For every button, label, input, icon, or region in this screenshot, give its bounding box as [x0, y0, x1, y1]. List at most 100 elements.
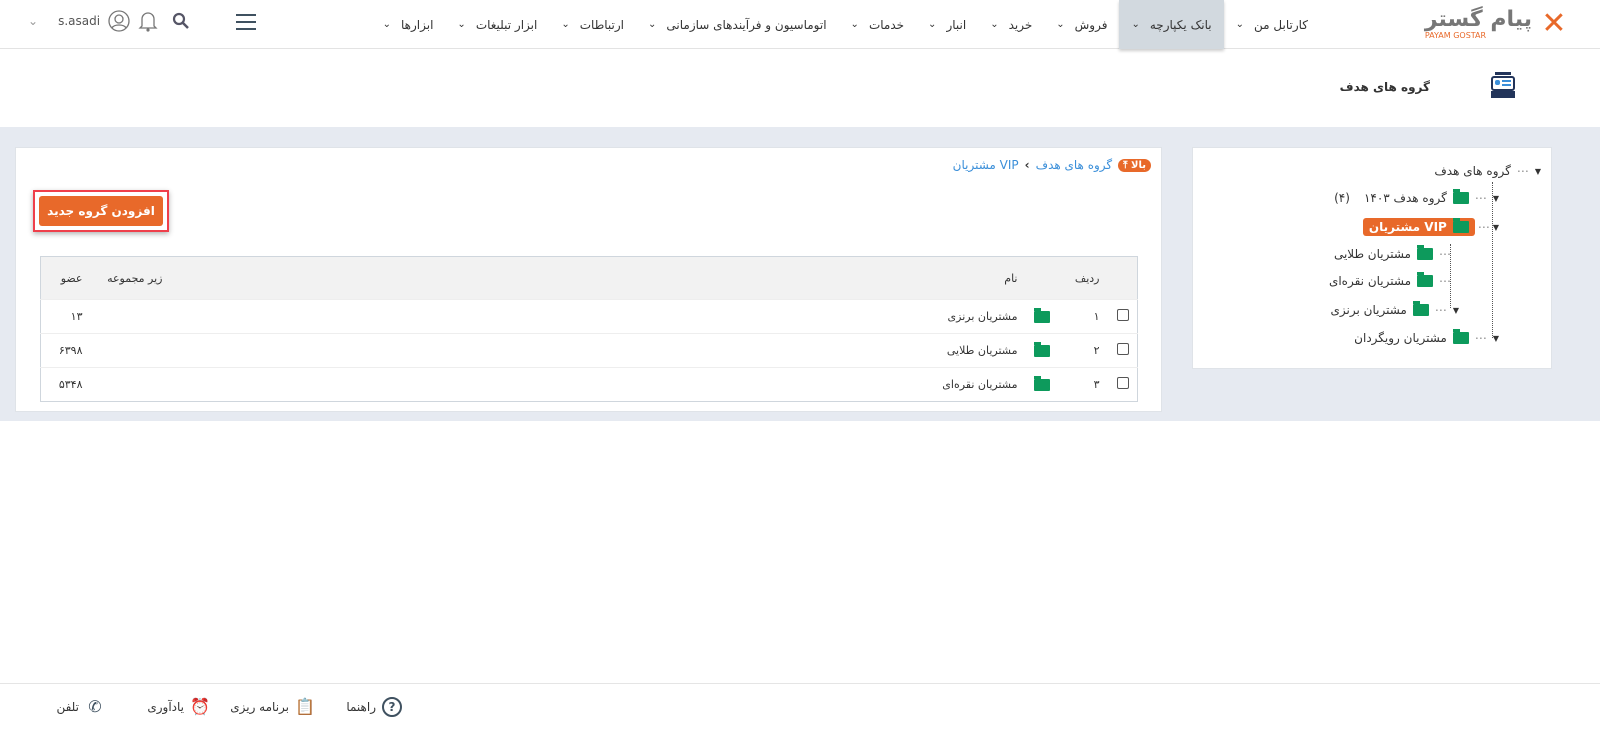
folder-icon	[1033, 308, 1050, 323]
folder-icon	[1452, 189, 1469, 204]
breadcrumb-root[interactable]: گروه های هدف	[1036, 158, 1113, 172]
chevron-down-icon: ⌄	[990, 19, 999, 30]
row-checkbox[interactable]	[1117, 343, 1129, 355]
nav-communications[interactable]: ارتباطات ⌄	[549, 0, 636, 49]
tree-node-vip-selected[interactable]: مشتریان VIP	[1362, 218, 1475, 236]
nav-automation[interactable]: اتوماسیون و فرآیندهای سازمانی ⌄	[636, 0, 839, 49]
tree-label: گروه های هدف	[1434, 164, 1511, 178]
up-button[interactable]: ⤒ بالا	[1118, 158, 1151, 172]
username[interactable]: s.asadi	[58, 14, 100, 28]
tree-node-root[interactable]: ▼ ⋯ گروه های هدف	[1434, 164, 1541, 178]
tree-node-vip[interactable]: ▼ ⋯ مشتریان VIP	[1362, 218, 1499, 236]
add-button-highlight: افزودن گروه جدید	[33, 190, 169, 232]
row-members: ۶۳۹۸	[40, 333, 91, 368]
chevron-down-icon: ⌄	[1235, 19, 1245, 30]
nav-my-cartable[interactable]: کارتابل من ⌄	[1224, 0, 1320, 49]
table-row[interactable]: ۲ مشتریان طلایی ۶۳۹۸	[40, 333, 1138, 368]
group-list-panel: ⤒ بالا گروه های هدف ‹ مشتریان VIP افزودن…	[15, 147, 1162, 412]
nav-purchase[interactable]: خرید ⌄	[978, 0, 1044, 49]
chevron-down-icon: ⌄	[457, 19, 466, 30]
table-row[interactable]: ۳ مشتریان نقره‌ای ۵۳۴۸	[40, 367, 1138, 402]
add-group-button[interactable]: افزودن گروه جدید	[39, 196, 163, 226]
help-label: راهنما	[346, 700, 376, 714]
caret-down-icon[interactable]: ▼	[1493, 223, 1499, 232]
caret-down-icon[interactable]: ▼	[1493, 194, 1499, 203]
row-subgroup	[90, 333, 171, 368]
row-name[interactable]: مشتریان برنزی	[170, 299, 1026, 334]
select-all-header	[1107, 256, 1138, 300]
row-number: ۱	[1057, 299, 1108, 334]
chevron-down-icon: ⌄	[648, 19, 657, 30]
reminder-label: یادآوری	[147, 700, 184, 714]
clipboard-icon: 📋	[295, 697, 315, 716]
tree-node-silver[interactable]: ⋯ مشتریان نقره‌ای	[1329, 272, 1451, 288]
caret-down-icon[interactable]: ▼	[1493, 334, 1499, 343]
caret-down-icon[interactable]: ▼	[1535, 167, 1541, 176]
row-number: ۳	[1057, 367, 1108, 402]
tree-node-bronze[interactable]: ▼ ⋯ مشتریان برنزی	[1330, 301, 1459, 317]
tree-node-1403[interactable]: ▼ ⋯ گروه هدف ۱۴۰۳ (۴)	[1334, 189, 1499, 205]
tree-label: مشتریان طلایی	[1333, 247, 1411, 261]
nav-sales[interactable]: فروش ⌄	[1044, 0, 1119, 49]
nav-tools[interactable]: ابزارها ⌄	[371, 0, 446, 49]
chevron-down-icon: ⌄	[561, 19, 570, 30]
group-tree-panel: ▼ ⋯ گروه های هدف ▼ ⋯ گروه هدف ۱۴۰۳ (۴) ▼ ⋯ مشتر…	[1192, 147, 1552, 369]
folder-icon	[1033, 342, 1050, 357]
chevron-down-icon[interactable]: ⌄	[28, 14, 38, 28]
nav-services[interactable]: خدمات ⌄	[839, 0, 917, 49]
row-name[interactable]: مشتریان طلایی	[170, 333, 1026, 368]
nav-label: کارتابل من	[1254, 17, 1308, 32]
logo-text: پیام گستر	[1424, 6, 1532, 32]
caret-down-icon[interactable]: ▼	[1453, 306, 1459, 315]
row-members: ۵۳۴۸	[40, 367, 91, 402]
reminder-button[interactable]: ⏰ یادآوری	[147, 697, 210, 717]
phone-icon: ✆	[88, 697, 102, 716]
breadcrumb: ⤒ بالا گروه های هدف ‹ مشتریان VIP	[953, 158, 1151, 172]
nav-label: خدمات	[868, 17, 905, 32]
nav-label: خرید	[1008, 17, 1033, 32]
row-name[interactable]: مشتریان نقره‌ای	[170, 367, 1026, 402]
nav-label: ابزار تبلیغات	[475, 17, 538, 32]
nav-warehouse[interactable]: انبار ⌄	[916, 0, 978, 49]
bell-icon[interactable]	[138, 10, 158, 32]
nav-label: ابزارها	[401, 17, 434, 32]
phone-button[interactable]: ✆ تلفن	[46, 697, 105, 717]
user-avatar-icon[interactable]	[108, 10, 130, 32]
chevron-down-icon: ⌄	[1131, 19, 1140, 30]
nav-label: ارتباطات	[579, 17, 624, 32]
logo[interactable]: پیام گستر PAYAM GOSTAR ✕	[1425, 8, 1570, 40]
logo-icon: ✕	[1541, 6, 1567, 41]
tree-node-churn[interactable]: ▼ ⋯ مشتریان رویگردان	[1354, 329, 1499, 345]
row-checkbox[interactable]	[1117, 377, 1129, 389]
page-header: گروه های هدف	[0, 50, 1600, 127]
row-subgroup	[90, 367, 171, 402]
top-navbar: پیام گستر PAYAM GOSTAR ✕ کارتابل من ⌄ بان…	[0, 0, 1600, 49]
help-button[interactable]: ? راهنما	[346, 697, 402, 717]
nav-ad-tools[interactable]: ابزار تبلیغات ⌄	[445, 0, 549, 49]
planning-button[interactable]: 📋 برنامه ریزی	[230, 697, 315, 717]
tree-label: مشتریان برنزی	[1330, 303, 1407, 317]
tree-label: مشتریان رویگردان	[1354, 331, 1447, 345]
main-menu: کارتابل من ⌄ بانک یکپارچه ⌄ فروش ⌄ خرید ⌄ ان…	[371, 0, 1320, 49]
col-row: ردیف	[1057, 256, 1108, 300]
nav-integrated-bank[interactable]: بانک یکپارچه ⌄	[1119, 0, 1224, 49]
folder-icon	[1417, 245, 1433, 260]
search-icon[interactable]	[172, 12, 190, 30]
tree-label: مشتریان VIP	[1368, 220, 1447, 234]
hamburger-menu-icon[interactable]	[236, 14, 256, 30]
table-row[interactable]: ۱ مشتریان برنزی ۱۳	[40, 299, 1138, 334]
row-subgroup	[90, 299, 171, 334]
nav-label: اتوماسیون و فرآیندهای سازمانی	[666, 17, 827, 32]
breadcrumb-current: مشتریان VIP	[952, 158, 1019, 172]
nav-label: بانک یکپارچه	[1149, 17, 1212, 32]
col-subgroup: زیر مجموعه	[90, 256, 171, 300]
row-checkbox[interactable]	[1117, 309, 1129, 321]
page-title: گروه های هدف	[1339, 80, 1430, 94]
footer-toolbar: ? راهنما 📋 برنامه ریزی ⏰ یادآوری ✆ تلفن	[0, 683, 1600, 739]
help-icon: ?	[382, 697, 402, 717]
col-icon	[1025, 256, 1058, 300]
row-number: ۲	[1057, 333, 1108, 368]
planning-label: برنامه ریزی	[230, 700, 289, 714]
tree-node-gold[interactable]: ⋯ مشتریان طلایی	[1333, 245, 1451, 261]
target-group-icon	[1491, 72, 1515, 98]
